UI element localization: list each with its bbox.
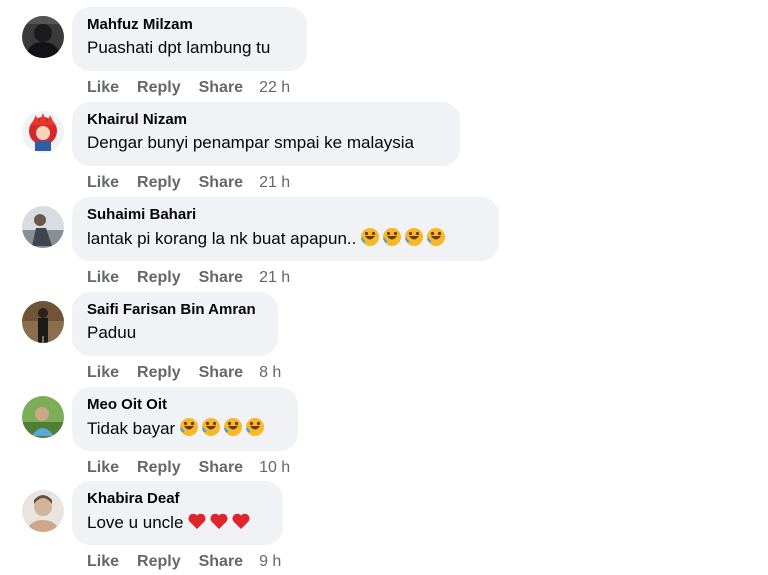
comment-timestamp[interactable]: 21 h	[259, 174, 290, 192]
reply-button[interactable]: Reply	[137, 364, 181, 382]
comment-item: Saifi Farisan Bin Amran Paduu Like Reply S…	[0, 291, 768, 386]
comment-actions: Like Reply Share 21 h	[87, 174, 308, 192]
avatar[interactable]	[22, 301, 64, 343]
comment-actions: Like Reply Share 22 h	[87, 79, 308, 97]
rolling-on-floor-laughing-emoji	[180, 418, 199, 436]
comment-text: lantak pi korang la nk buat apapun..	[87, 227, 483, 250]
share-button[interactable]: Share	[199, 269, 243, 287]
comment-timestamp[interactable]: 21 h	[259, 269, 290, 287]
comment-actions: Like Reply Share 21 h	[87, 269, 308, 287]
comment-text-content: Love u uncle	[87, 513, 184, 532]
reply-button[interactable]: Reply	[137, 174, 181, 192]
comment-actions: Like Reply Share 9 h	[87, 553, 299, 571]
avatar[interactable]	[22, 490, 64, 532]
like-button[interactable]: Like	[87, 79, 119, 97]
comment-author[interactable]: Khairul Nizam	[87, 111, 444, 129]
comment-text: Tidak bayar	[87, 417, 282, 440]
avatar[interactable]	[22, 206, 64, 248]
comment-text-content: Tidak bayar	[87, 419, 176, 438]
rolling-on-floor-laughing-emoji	[383, 228, 402, 246]
comment-author[interactable]: Saifi Farisan Bin Amran	[87, 301, 262, 319]
rolling-on-floor-laughing-emoji	[405, 228, 424, 246]
comment-author[interactable]: Meo Oit Oit	[87, 396, 282, 414]
like-button[interactable]: Like	[87, 553, 119, 571]
rolling-on-floor-laughing-emoji	[224, 418, 243, 436]
comment-bubble: Khairul Nizam Dengar bunyi penampar smpa…	[72, 102, 460, 166]
comment-text: Puashati dpt lambung tu	[87, 38, 271, 57]
reply-button[interactable]: Reply	[137, 269, 181, 287]
comment-bubble: Meo Oit Oit Tidak bayar	[72, 387, 298, 451]
reply-button[interactable]: Reply	[137, 79, 181, 97]
rolling-on-floor-laughing-emoji	[427, 228, 446, 246]
reply-button[interactable]: Reply	[137, 459, 181, 477]
comment-item: Meo Oit Oit Tidak bayar Like Reply Share 10…	[0, 386, 768, 481]
comment-timestamp[interactable]: 10 h	[259, 459, 290, 477]
emoji-group	[360, 227, 448, 247]
avatar[interactable]	[22, 111, 64, 153]
comment-actions: Like Reply Share 8 h	[87, 364, 299, 382]
comment-text: Dengar bunyi penampar smpai ke malaysia	[87, 133, 414, 152]
share-button[interactable]: Share	[199, 174, 243, 192]
share-button[interactable]: Share	[199, 553, 243, 571]
comment-timestamp[interactable]: 8 h	[259, 364, 281, 382]
red-heart-emoji	[232, 513, 250, 529]
comment-bubble: Mahfuz Milzam Puashati dpt lambung tu	[72, 7, 307, 71]
rolling-on-floor-laughing-emoji	[361, 228, 380, 246]
comment-item: Suhaimi Bahari lantak pi korang la nk bu…	[0, 196, 768, 291]
like-button[interactable]: Like	[87, 174, 119, 192]
comment-timestamp[interactable]: 22 h	[259, 79, 290, 97]
comment-actions: Like Reply Share 10 h	[87, 459, 308, 477]
comment-item: Khairul Nizam Dengar bunyi penampar smpa…	[0, 101, 768, 196]
red-heart-emoji	[210, 513, 228, 529]
avatar[interactable]	[22, 16, 64, 58]
comment-item: Khabira Deaf Love u uncle Like Reply Share…	[0, 480, 768, 575]
comment-thread: Mahfuz Milzam Puashati dpt lambung tu Li…	[0, 0, 768, 575]
red-heart-emoji	[188, 513, 206, 529]
comment-item: Mahfuz Milzam Puashati dpt lambung tu Li…	[0, 6, 768, 101]
comment-text: Paduu	[87, 323, 137, 342]
comment-text: Love u uncle	[87, 511, 267, 534]
comment-bubble: Saifi Farisan Bin Amran Paduu	[72, 292, 278, 356]
share-button[interactable]: Share	[199, 79, 243, 97]
avatar[interactable]	[22, 396, 64, 438]
comment-author[interactable]: Suhaimi Bahari	[87, 206, 483, 224]
emoji-group	[179, 417, 267, 437]
comment-text-content: lantak pi korang la nk buat apapun..	[87, 229, 357, 248]
comment-author[interactable]: Khabira Deaf	[87, 490, 267, 508]
like-button[interactable]: Like	[87, 459, 119, 477]
share-button[interactable]: Share	[199, 364, 243, 382]
reply-button[interactable]: Reply	[137, 553, 181, 571]
comment-author[interactable]: Mahfuz Milzam	[87, 16, 291, 34]
share-button[interactable]: Share	[199, 459, 243, 477]
comment-bubble: Khabira Deaf Love u uncle	[72, 481, 283, 545]
comment-bubble: Suhaimi Bahari lantak pi korang la nk bu…	[72, 197, 499, 261]
rolling-on-floor-laughing-emoji	[202, 418, 221, 436]
rolling-on-floor-laughing-emoji	[246, 418, 265, 436]
like-button[interactable]: Like	[87, 269, 119, 287]
like-button[interactable]: Like	[87, 364, 119, 382]
emoji-group	[187, 511, 253, 531]
comment-timestamp[interactable]: 9 h	[259, 553, 281, 571]
